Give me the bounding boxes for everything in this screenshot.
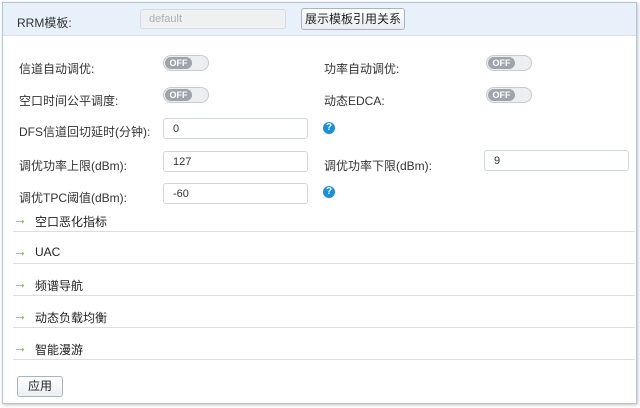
section-title: 频谱导航 bbox=[35, 279, 84, 293]
template-input: default bbox=[140, 9, 286, 29]
power-auto-tune-label: 功率自动调优: bbox=[324, 62, 400, 76]
dynamic-edca-label: 动态EDCA: bbox=[324, 94, 385, 108]
expand-arrow-icon: → bbox=[13, 307, 27, 323]
expand-arrow-icon: → bbox=[13, 275, 27, 291]
toggle-knob: OFF bbox=[165, 57, 192, 69]
power-lower-input[interactable]: 9 bbox=[484, 150, 629, 171]
airtime-fair-label: 空口时间公平调度: bbox=[19, 94, 119, 108]
power-upper-input[interactable]: 127 bbox=[163, 151, 308, 172]
section-spectrum-nav[interactable]: → 频谱导航 bbox=[13, 274, 635, 296]
toggle-knob: OFF bbox=[488, 57, 515, 69]
section-uac[interactable]: → UAC bbox=[13, 242, 635, 264]
channel-auto-tune-toggle[interactable]: OFF bbox=[163, 55, 209, 71]
power-upper-label: 调优功率上限(dBm): bbox=[19, 159, 128, 173]
section-title: 空口恶化指标 bbox=[35, 215, 108, 229]
expand-arrow-icon: → bbox=[13, 339, 27, 355]
show-template-refs-button[interactable]: 展示模板引用关系 bbox=[301, 8, 405, 30]
dynamic-edca-toggle[interactable]: OFF bbox=[486, 87, 532, 103]
tpc-threshold-input[interactable]: -60 bbox=[163, 183, 308, 204]
channel-auto-tune-label: 信道自动调优: bbox=[19, 62, 95, 76]
dfs-delay-label: DFS信道回切延时(分钟): bbox=[19, 125, 151, 139]
section-airtime-degradation[interactable]: → 空口恶化指标 bbox=[13, 210, 635, 232]
template-label: RRM模板: bbox=[17, 16, 72, 30]
toggle-knob: OFF bbox=[165, 89, 192, 101]
panel-header: RRM模板: default 展示模板引用关系 bbox=[3, 3, 636, 36]
section-title: 动态负载均衡 bbox=[35, 311, 108, 325]
power-lower-label: 调优功率下限(dBm): bbox=[324, 159, 433, 173]
expand-arrow-icon: → bbox=[13, 243, 27, 259]
section-title: 智能漫游 bbox=[35, 343, 84, 357]
section-load-balance[interactable]: → 动态负载均衡 bbox=[13, 306, 635, 328]
airtime-fair-toggle[interactable]: OFF bbox=[163, 87, 209, 103]
toggle-knob: OFF bbox=[488, 89, 515, 101]
expand-arrow-icon: → bbox=[13, 211, 27, 227]
dfs-delay-input[interactable]: 0 bbox=[163, 118, 308, 139]
rrm-panel: RRM模板: default 展示模板引用关系 信道自动调优: OFF 功率自动… bbox=[2, 2, 637, 404]
apply-button[interactable]: 应用 bbox=[17, 376, 63, 397]
help-icon[interactable]: ? bbox=[323, 122, 335, 134]
section-smart-roaming[interactable]: → 智能漫游 bbox=[13, 338, 635, 360]
power-auto-tune-toggle[interactable]: OFF bbox=[486, 55, 532, 71]
help-icon[interactable]: ? bbox=[323, 186, 335, 198]
section-title: UAC bbox=[35, 245, 61, 259]
tpc-threshold-label: 调优TPC阈值(dBm): bbox=[19, 191, 128, 205]
